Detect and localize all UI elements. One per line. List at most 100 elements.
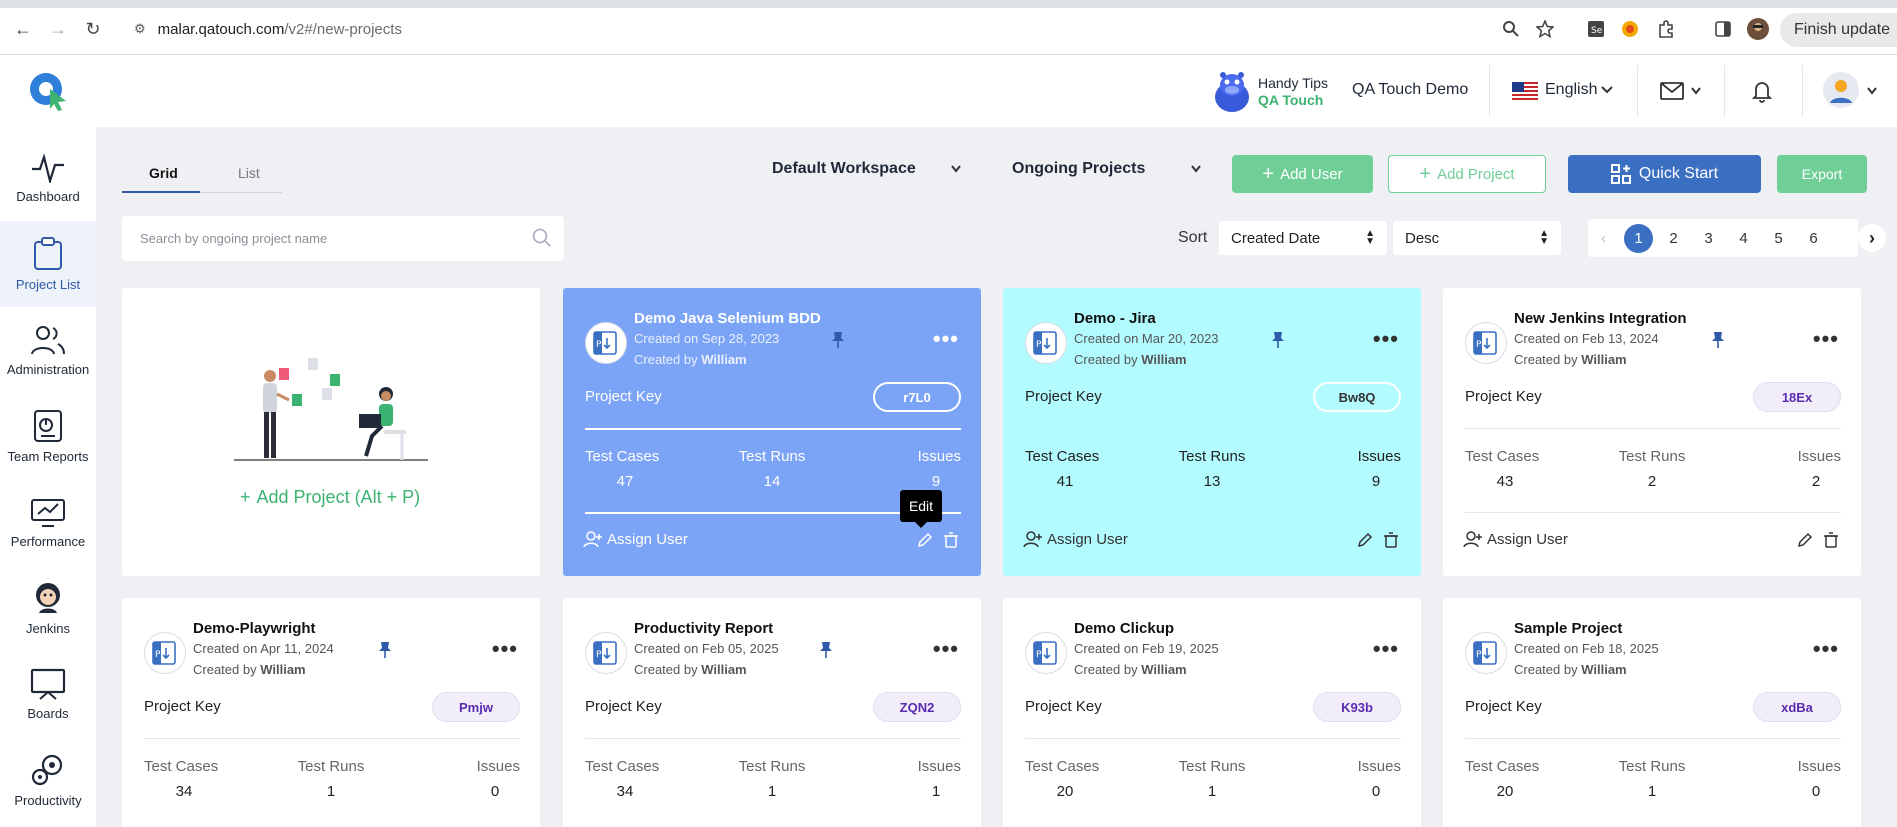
stat-value-issues[interactable]: 0 xyxy=(1351,783,1401,800)
bookmark-star-icon[interactable] xyxy=(1536,16,1554,42)
pin-icon[interactable] xyxy=(831,331,845,354)
project-title[interactable]: Sample Project xyxy=(1514,620,1622,637)
project-key-label: Project Key xyxy=(1465,388,1542,405)
quick-start-button[interactable]: Quick Start xyxy=(1568,155,1761,193)
user-avatar[interactable] xyxy=(1822,71,1860,114)
qatouch-logo[interactable] xyxy=(28,71,68,111)
search-input[interactable]: Search by ongoing project name xyxy=(122,216,564,261)
sidepanel-icon[interactable] xyxy=(1714,16,1732,42)
edit-icon[interactable] xyxy=(1797,532,1813,548)
more-options-icon[interactable]: ••• xyxy=(933,326,959,352)
extensions-puzzle-icon[interactable] xyxy=(1657,16,1675,42)
add-project-card[interactable]: + Add Project (Alt + P) xyxy=(122,288,540,576)
pin-icon[interactable] xyxy=(819,641,833,664)
more-options-icon[interactable]: ••• xyxy=(933,636,959,662)
stat-value-issues[interactable]: 0 xyxy=(470,783,520,800)
edit-icon[interactable] xyxy=(1357,532,1373,548)
language-selector[interactable]: English xyxy=(1545,81,1597,99)
address-bar[interactable]: ⚙ malar.qatouch.com/v2#/new-projects xyxy=(122,12,1572,46)
project-title[interactable]: Demo Clickup xyxy=(1074,620,1174,637)
reload-icon[interactable]: ↻ xyxy=(80,16,106,42)
project-card[interactable]: P Productivity Report Created on Feb 05, 2… xyxy=(563,598,981,827)
stat-value-issues[interactable]: 1 xyxy=(911,783,961,800)
handy-tips[interactable]: Handy Tips QA Touch xyxy=(1212,69,1328,115)
zoom-icon[interactable] xyxy=(1502,16,1520,42)
forward-icon[interactable]: → xyxy=(45,16,71,42)
more-options-icon[interactable]: ••• xyxy=(1373,326,1399,352)
pin-icon[interactable] xyxy=(1271,331,1285,354)
profile-avatar-icon[interactable] xyxy=(1747,16,1769,42)
stat-value-issues[interactable]: 9 xyxy=(911,473,961,490)
tab-grid[interactable]: Grid xyxy=(149,165,178,181)
add-project-button[interactable]: + Add Project xyxy=(1388,155,1546,193)
project-title[interactable]: Demo - Jira xyxy=(1074,310,1156,327)
project-filter-select[interactable]: Ongoing Projects xyxy=(1012,160,1202,178)
sort-field-select[interactable]: Created Date ▲ ▼ xyxy=(1219,221,1387,255)
created-by-name: William xyxy=(1581,352,1627,367)
pin-icon[interactable] xyxy=(378,641,392,664)
workspace-select[interactable]: Default Workspace xyxy=(772,160,962,178)
export-button[interactable]: Export xyxy=(1777,155,1867,193)
assign-user-button[interactable]: Assign User xyxy=(583,530,688,548)
page-2[interactable]: 2 xyxy=(1656,230,1691,247)
project-title[interactable]: Demo-Playwright xyxy=(193,620,316,637)
stat-value-issues[interactable]: 2 xyxy=(1791,473,1841,490)
mail-icon[interactable] xyxy=(1660,82,1684,105)
page-5[interactable]: 5 xyxy=(1761,230,1796,247)
project-title[interactable]: New Jenkins Integration xyxy=(1514,310,1687,327)
mail-chevron-icon[interactable] xyxy=(1690,84,1702,102)
sidebar-item-dashboard[interactable]: Dashboard xyxy=(0,135,96,221)
add-user-button[interactable]: + Add User xyxy=(1232,155,1373,193)
sidebar-item-project-list[interactable]: Project List xyxy=(0,221,96,307)
back-icon[interactable]: ← xyxy=(10,16,36,42)
more-options-icon[interactable]: ••• xyxy=(1813,326,1839,352)
page-4[interactable]: 4 xyxy=(1726,230,1761,247)
tab-list[interactable]: List xyxy=(238,165,260,181)
sidebar-item-boards[interactable]: Boards xyxy=(0,651,96,737)
finish-update-button[interactable]: Finish update xyxy=(1780,13,1897,47)
sidebar-item-jenkins[interactable]: Jenkins xyxy=(0,565,96,651)
sidebar-item-team-reports[interactable]: Team Reports xyxy=(0,393,96,479)
edit-icon[interactable] xyxy=(917,532,933,548)
chevron-down-icon[interactable] xyxy=(1600,83,1614,102)
project-card[interactable]: P Demo-Playwright Created on Apr 11, 2024 C… xyxy=(122,598,540,827)
pin-icon[interactable] xyxy=(1711,331,1725,354)
stat-value-issues[interactable]: 0 xyxy=(1791,783,1841,800)
project-filter-value: Ongoing Projects xyxy=(1012,160,1146,177)
page-6[interactable]: 6 xyxy=(1796,230,1831,247)
selenium-extension-icon[interactable]: Se xyxy=(1587,16,1605,42)
prev-page-icon[interactable]: ‹ xyxy=(1586,230,1621,247)
project-title[interactable]: Demo Java Selenium BDD xyxy=(634,310,821,327)
avatar-chevron-icon[interactable] xyxy=(1866,84,1878,102)
page-1[interactable]: 1 xyxy=(1624,223,1653,253)
project-card[interactable]: P Demo - Jira Created on Mar 20, 2023 Creat… xyxy=(1003,288,1421,576)
project-card[interactable]: P Sample Project Created on Feb 18, 2025 Cr… xyxy=(1443,598,1861,827)
speed-extension-icon[interactable] xyxy=(1621,16,1639,42)
project-card[interactable]: P Demo Java Selenium BDD Created on Sep 28… xyxy=(563,288,981,576)
more-options-icon[interactable]: ••• xyxy=(1373,636,1399,662)
project-key-badge: xdBa xyxy=(1753,692,1841,722)
company-name[interactable]: QA Touch Demo xyxy=(1352,81,1468,99)
sidebar-item-performance[interactable]: Performance xyxy=(0,479,96,565)
delete-icon[interactable] xyxy=(1823,532,1839,548)
add-project-link[interactable]: + Add Project (Alt + P) xyxy=(240,487,420,508)
project-title[interactable]: Productivity Report xyxy=(634,620,773,637)
page-3[interactable]: 3 xyxy=(1691,230,1726,247)
assign-user-button[interactable]: Assign User xyxy=(1463,530,1568,548)
delete-icon[interactable] xyxy=(1383,532,1399,548)
project-card[interactable]: P Demo Clickup Created on Feb 19, 2025 Crea… xyxy=(1003,598,1421,827)
more-options-icon[interactable]: ••• xyxy=(492,636,518,662)
sidebar-item-administration[interactable]: Administration xyxy=(0,307,96,393)
more-options-icon[interactable]: ••• xyxy=(1813,636,1839,662)
bell-icon[interactable] xyxy=(1751,79,1773,108)
next-page-icon[interactable]: › xyxy=(1858,224,1886,252)
sort-order-select[interactable]: Desc ▲ ▼ xyxy=(1393,221,1561,255)
site-info-icon[interactable]: ⚙ xyxy=(134,21,146,37)
delete-icon[interactable] xyxy=(943,532,959,548)
project-card[interactable]: P New Jenkins Integration Created on Feb 1… xyxy=(1443,288,1861,576)
search-icon[interactable] xyxy=(532,228,552,248)
assign-user-button[interactable]: Assign User xyxy=(1023,530,1128,548)
stat-value-issues[interactable]: 9 xyxy=(1351,473,1401,490)
card-divider xyxy=(1465,512,1841,513)
sidebar-item-productivity[interactable]: Productivity xyxy=(0,737,96,823)
